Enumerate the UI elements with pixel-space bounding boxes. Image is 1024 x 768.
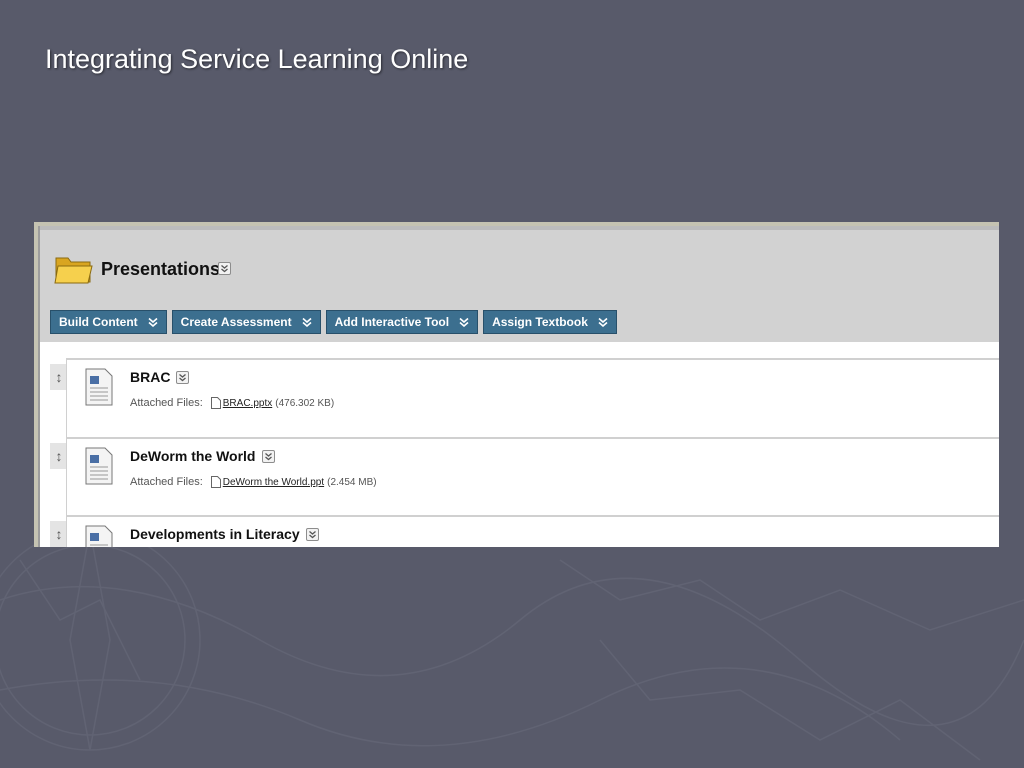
title-menu-button[interactable] [218,262,231,275]
chevron-down-icon [221,265,228,273]
file-link[interactable]: BRAC.pptx [223,398,272,409]
item-title-text: Developments in Literacy [130,526,300,542]
content-item: BRAC Attached Files: BRAC.pptx (476.302 … [66,358,999,438]
screenshot-frame: Presentations Build Content Create Asses… [34,222,999,547]
build-content-button[interactable]: Build Content [50,310,167,334]
content-item: DeWorm the World Attached Files: DeWorm … [66,437,999,517]
content-item: Developments in Literacy [66,515,999,547]
chevron-down-icon [308,530,316,538]
folder-icon [54,257,93,284]
slide-title: Integrating Service Learning Online [45,44,469,74]
file-icon [210,397,221,409]
double-chevron-down-icon [148,317,158,327]
file-size: (476.302 KB) [275,397,335,409]
button-label: Create Assessment [180,315,292,329]
create-assessment-button[interactable]: Create Assessment [171,310,321,334]
page-header: Presentations Build Content Create Asses… [40,226,999,342]
attached-files: Attached Files: DeWorm the World.ppt (2.… [130,476,377,488]
page-title: Presentations [101,259,221,279]
action-toolbar: Build Content Create Assessment Add Inte… [50,310,617,334]
double-chevron-down-icon [302,317,312,327]
attached-files-label: Attached Files: [130,397,203,409]
attached-files: Attached Files: BRAC.pptx (476.302 KB) [130,397,334,409]
item-menu-button[interactable] [261,449,275,463]
document-icon [85,368,113,406]
button-label: Build Content [59,315,138,329]
button-label: Add Interactive Tool [334,315,450,329]
button-label: Assign Textbook [492,315,588,329]
chevron-down-icon [264,452,272,460]
double-chevron-down-icon [459,317,469,327]
item-title[interactable]: Developments in Literacy [130,526,319,542]
item-title[interactable]: DeWorm the World [130,448,275,464]
double-chevron-down-icon [598,317,608,327]
add-interactive-tool-button[interactable]: Add Interactive Tool [325,310,479,334]
document-icon [85,447,113,485]
document-icon [85,525,113,547]
item-menu-button[interactable] [176,370,190,384]
file-link[interactable]: DeWorm the World.ppt [223,477,324,488]
attached-files-label: Attached Files: [130,476,203,488]
item-title-text: BRAC [130,369,171,385]
assign-textbook-button[interactable]: Assign Textbook [483,310,617,334]
chevron-down-icon [179,373,187,381]
item-title[interactable]: BRAC [130,369,190,385]
file-size: (2.454 MB) [327,476,377,488]
content-area: Presentations Build Content Create Asses… [38,226,999,547]
file-icon [210,476,221,488]
item-title-text: DeWorm the World [130,448,256,464]
item-menu-button[interactable] [305,527,319,541]
